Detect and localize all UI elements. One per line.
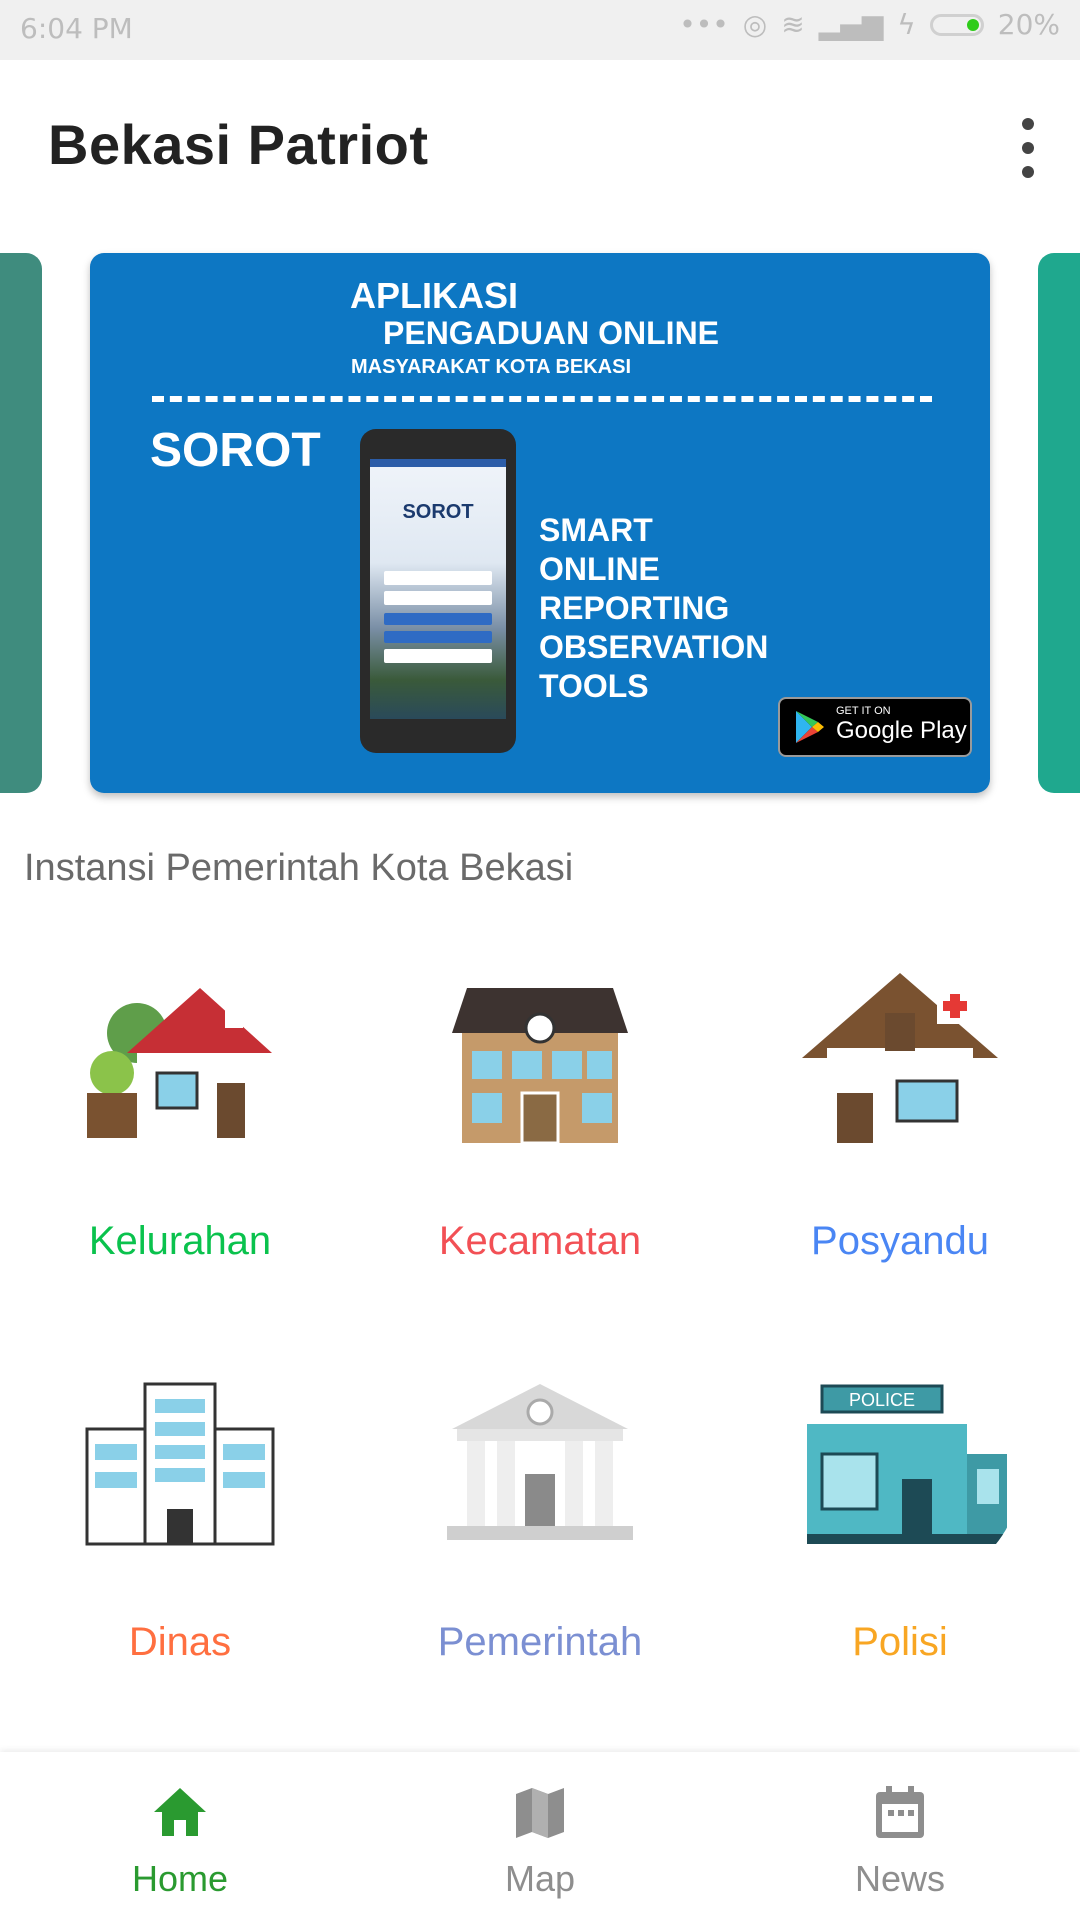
calendar-icon <box>876 1786 924 1838</box>
nav-label: Map <box>504 1858 576 1899</box>
app-title: Bekasi Patriot <box>48 113 429 176</box>
banner-brand: SOROT <box>150 424 321 477</box>
phone-logo: SOROT <box>402 501 474 523</box>
battery-icon <box>929 13 984 36</box>
home-icon <box>154 1788 206 1836</box>
wifi-icon: ≋ <box>781 8 805 41</box>
signal-icon: ▂▄▆ <box>818 8 884 41</box>
health-post-icon <box>777 943 1023 1189</box>
tagline-line: OBSERVATION <box>539 629 769 665</box>
more-dots-icon: ••• <box>679 8 729 41</box>
category-label: Kecamatan <box>438 1219 642 1263</box>
house-icon <box>57 943 303 1189</box>
category-label: Polisi <box>852 1620 948 1664</box>
app-bar: Bekasi Patriot <box>0 60 1080 230</box>
category-polisi[interactable]: POLICE Polisi <box>750 1344 1050 1665</box>
tagline-line: TOOLS <box>539 668 649 704</box>
category-kecamatan[interactable]: Kecamatan <box>390 943 690 1264</box>
charging-icon: ϟ <box>897 8 916 41</box>
category-label: Posyandu <box>811 1219 989 1263</box>
police-sign-text: POLICE <box>849 1390 915 1410</box>
carousel-prev-slide[interactable] <box>0 253 42 793</box>
category-dinas[interactable]: Dinas <box>30 1344 330 1665</box>
nav-label: News <box>854 1858 946 1899</box>
police-station-icon: POLICE <box>777 1344 1023 1590</box>
category-label: Dinas <box>128 1620 232 1664</box>
nav-map[interactable]: Map <box>360 1752 720 1920</box>
phone-screen: SOROT <box>370 459 506 719</box>
overflow-menu-icon[interactable] <box>1016 118 1040 178</box>
category-label: Kelurahan <box>88 1219 272 1263</box>
government-building-icon <box>417 1344 663 1590</box>
carousel-banner[interactable]: APLIKASI PENGADUAN ONLINE MASYARAKAT KOT… <box>90 253 990 793</box>
store-small-text: GET IT ON <box>836 705 891 717</box>
banner-line2: PENGADUAN ONLINE <box>383 315 720 351</box>
category-label: Pemerintah <box>437 1620 643 1664</box>
nav-news[interactable]: News <box>720 1752 1080 1920</box>
office-building-icon <box>57 1344 303 1590</box>
category-pemerintah[interactable]: Pemerintah <box>390 1344 690 1665</box>
banner-divider <box>152 396 932 402</box>
google-play-icon <box>796 711 824 743</box>
store-big-text: Google Play <box>836 717 967 744</box>
banner-line3: MASYARAKAT KOTA BEKASI <box>351 356 632 378</box>
banner-line1: APLIKASI <box>350 275 519 316</box>
section-title: Instansi Pemerintah Kota Bekasi <box>24 847 574 889</box>
status-bar: 6:04 PM ••• ◎ ≋ ▂▄▆ ϟ 20% <box>0 0 1080 60</box>
status-icons: ••• ◎ ≋ ▂▄▆ ϟ 20% <box>679 8 1060 41</box>
tagline-line: SMART <box>539 512 653 548</box>
carousel-next-slide[interactable] <box>1038 253 1080 793</box>
tagline-line: ONLINE <box>539 551 660 587</box>
battery-percent: 20% <box>997 8 1060 41</box>
phone-mockup: SOROT <box>360 429 516 753</box>
status-time: 6:04 PM <box>20 12 133 45</box>
nav-home[interactable]: Home <box>0 1752 360 1920</box>
map-icon <box>516 1788 564 1838</box>
category-kelurahan[interactable]: Kelurahan <box>30 943 330 1264</box>
tagline-line: REPORTING <box>539 590 730 626</box>
hotspot-icon: ◎ <box>742 8 768 41</box>
nav-label: Home <box>131 1858 229 1899</box>
category-posyandu[interactable]: Posyandu <box>750 943 1050 1264</box>
google-play-badge[interactable]: GET IT ON Google Play <box>778 697 972 757</box>
bottom-navigation: Home Map News <box>0 1752 1080 1920</box>
district-office-icon <box>417 943 663 1189</box>
banner-tagline: SMART ONLINE REPORTING OBSERVATION TOOLS <box>539 511 768 706</box>
